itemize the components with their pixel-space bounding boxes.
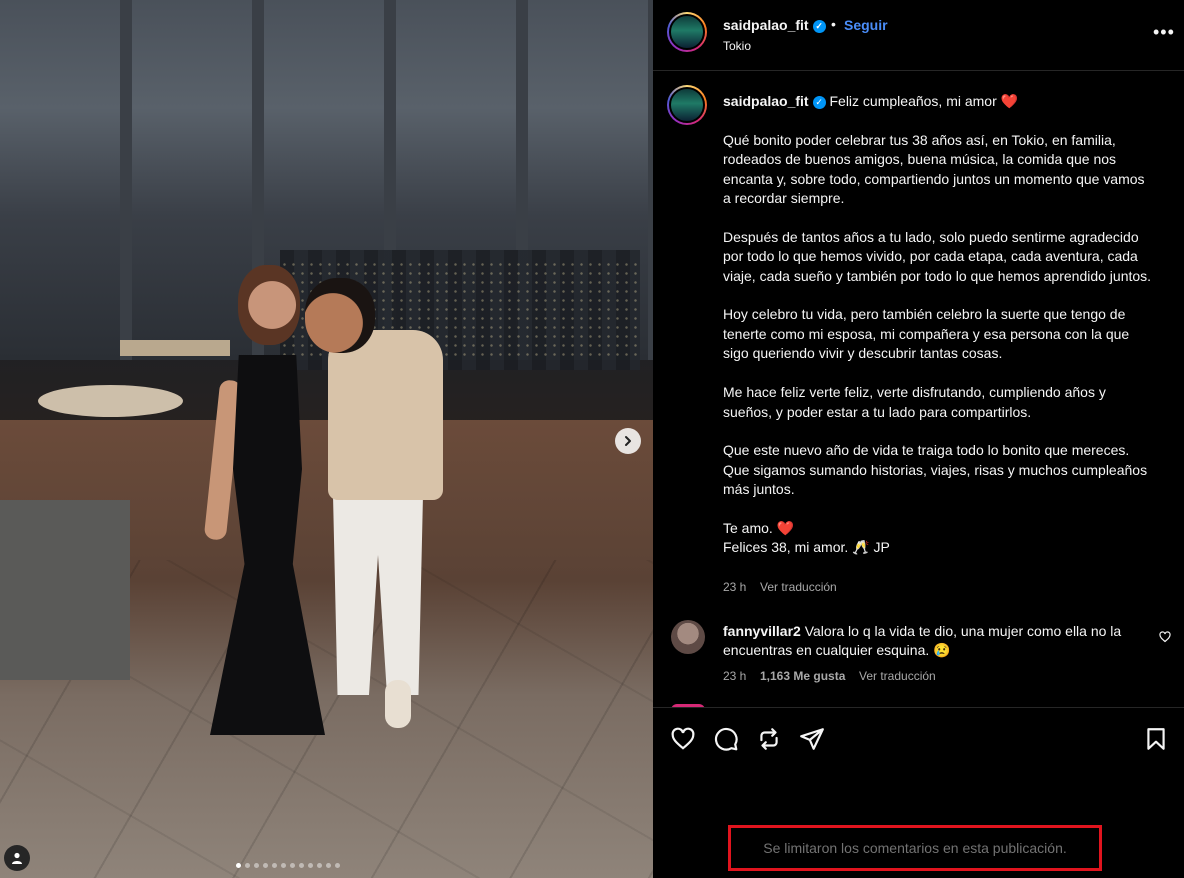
man-figure (328, 330, 443, 500)
woman-head (238, 265, 300, 345)
verified-icon: ✓ (812, 19, 826, 33)
carousel-dot (290, 863, 295, 868)
instagram-post-modal: saidpalao_fit ✓ • Seguir Tokio ••• saidpa… (0, 0, 1184, 878)
user-tag-icon (12, 852, 22, 864)
planter (0, 500, 130, 680)
user-tag-button[interactable] (4, 845, 30, 871)
next-arrow-icon (625, 436, 631, 446)
author-username[interactable]: saidpalao_fit ✓ (723, 17, 826, 33)
carousel-dot (299, 863, 304, 868)
next-slide-button[interactable] (615, 428, 641, 454)
table (120, 340, 230, 356)
comment-icon[interactable] (713, 726, 739, 752)
comments-limited-notice: Se limitaron los comentarios en esta pub… (728, 825, 1102, 871)
caption-time[interactable]: 23 h (723, 580, 746, 594)
man-head (305, 278, 375, 353)
carousel-dot (326, 863, 331, 868)
comments-scroll-area[interactable]: saidpalao_fit ✓ Feliz cumpleaños, mi amor… (653, 71, 1184, 707)
carousel-dot (308, 863, 313, 868)
comment-translate-link[interactable]: Ver traducción (859, 669, 936, 683)
post-side-panel: saidpalao_fit ✓ • Seguir Tokio ••• saidpa… (653, 0, 1184, 878)
caption: saidpalao_fit ✓ Feliz cumpleaños, mi amor… (723, 92, 1153, 558)
caption-username[interactable]: saidpalao_fit (723, 93, 809, 109)
comment-username[interactable]: fannyvillar2 (723, 623, 801, 639)
post-header: saidpalao_fit ✓ • Seguir Tokio ••• (653, 0, 1184, 71)
commenter-avatar[interactable] (671, 620, 705, 654)
carousel-dot (236, 863, 241, 868)
post-location[interactable]: Tokio (723, 39, 751, 53)
repost-icon[interactable] (756, 726, 782, 752)
share-icon[interactable] (799, 726, 825, 752)
follow-button[interactable]: Seguir (844, 17, 888, 33)
shoe (385, 680, 411, 728)
comment-likes-text[interactable]: 1,163 Me gusta (760, 669, 845, 683)
comment: fannyvillar2 Valora lo q la vida te dio,… (723, 622, 1133, 661)
round-table (38, 385, 183, 417)
carousel-dot (335, 863, 340, 868)
carousel-dot (263, 863, 268, 868)
carousel-dot (272, 863, 277, 868)
comment-like-heart-icon[interactable] (1159, 631, 1171, 643)
carousel-dot (281, 863, 286, 868)
verified-icon: ✓ (812, 95, 826, 109)
more-icon[interactable]: ••• (1153, 22, 1175, 43)
heart-icon[interactable] (670, 726, 696, 752)
caption-translate-link[interactable]: Ver traducción (760, 580, 837, 594)
caption-text: Feliz cumpleaños, mi amor ❤️ Qué bonito … (723, 93, 1152, 556)
author-avatar[interactable] (667, 12, 707, 52)
separator-dot: • (831, 16, 836, 32)
comment-time[interactable]: 23 h (723, 669, 746, 683)
author-username-text[interactable]: saidpalao_fit (723, 17, 809, 33)
carousel-dot (254, 863, 259, 868)
carousel-dot (245, 863, 250, 868)
post-photo[interactable] (0, 0, 653, 878)
bookmark-icon[interactable] (1143, 726, 1169, 752)
carousel-dot (317, 863, 322, 868)
post-actions (653, 707, 1184, 768)
caption-author-avatar[interactable] (667, 85, 707, 125)
comment-likes[interactable]: 1,163 Me gusta (760, 669, 845, 683)
carousel-indicator (236, 863, 340, 868)
